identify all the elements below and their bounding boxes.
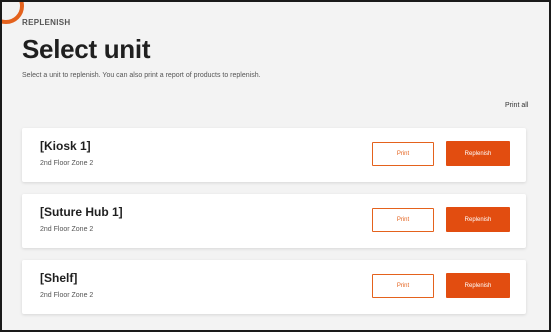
replenish-button[interactable]: Replenish	[446, 141, 510, 166]
unit-name: [Suture Hub 1]	[40, 205, 123, 219]
page-subtitle: Select a unit to replenish. You can also…	[22, 72, 261, 79]
unit-name: [Kiosk 1]	[40, 139, 91, 153]
page-title: Select unit	[22, 34, 151, 64]
section-eyebrow: REPLENISH	[22, 18, 71, 27]
orange-ring-icon	[2, 2, 24, 24]
app-window: REPLENISH Select unit Select a unit to r…	[0, 0, 551, 332]
unit-card: [Suture Hub 1] 2nd Floor Zone 2 Print Re…	[22, 194, 526, 248]
print-button[interactable]: Print	[372, 274, 434, 298]
unit-card: [Shelf] 2nd Floor Zone 2 Print Replenish	[22, 260, 526, 314]
unit-name: [Shelf]	[40, 271, 78, 285]
unit-card: [Kiosk 1] 2nd Floor Zone 2 Print Repleni…	[22, 128, 526, 182]
unit-location: 2nd Floor Zone 2	[40, 160, 94, 167]
print-all-link[interactable]: Print all	[505, 102, 528, 109]
print-button[interactable]: Print	[372, 208, 434, 232]
replenish-button[interactable]: Replenish	[446, 273, 510, 298]
print-button[interactable]: Print	[372, 142, 434, 166]
replenish-button[interactable]: Replenish	[446, 207, 510, 232]
unit-location: 2nd Floor Zone 2	[40, 226, 94, 233]
unit-location: 2nd Floor Zone 2	[40, 292, 94, 299]
